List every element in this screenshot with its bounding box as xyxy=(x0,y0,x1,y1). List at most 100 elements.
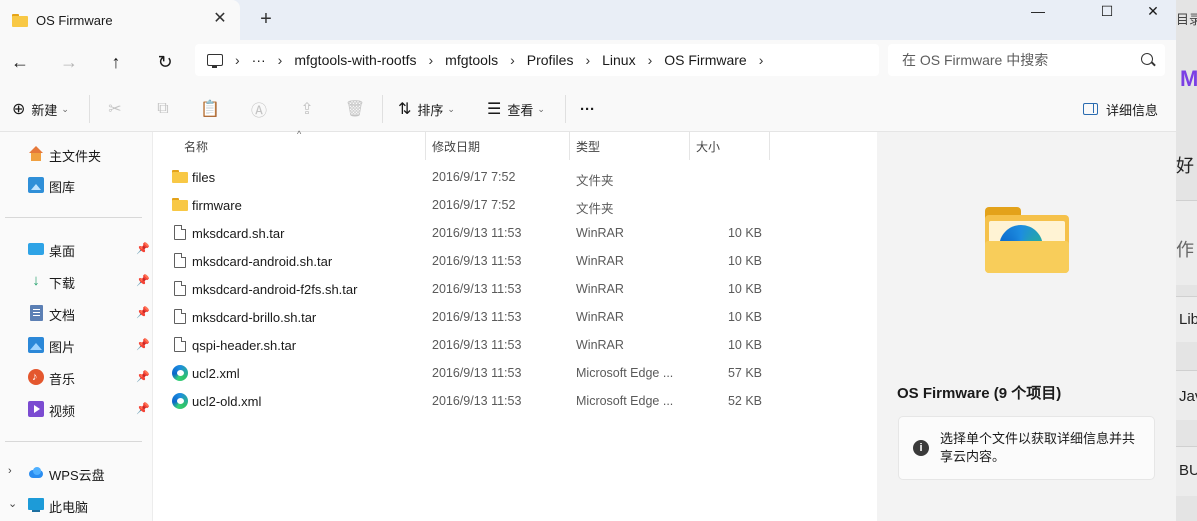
new-button[interactable]: ⊕ 新建 ⌄ xyxy=(12,97,69,121)
breadcrumb-separator[interactable]: › xyxy=(278,52,283,68)
sidebar-item-gallery[interactable]: 图库 xyxy=(0,171,150,199)
cut-icon[interactable]: ✂ xyxy=(104,98,126,120)
column-header-name[interactable]: 名称 xyxy=(184,132,424,160)
search-input[interactable]: 在 OS Firmware 中搜索 xyxy=(888,44,1165,76)
back-button[interactable]: ← xyxy=(8,50,32,74)
logo-icon: M xyxy=(1180,66,1197,91)
file-date: 2016/9/13 11:53 xyxy=(432,366,522,380)
file-date: 2016/9/13 11:53 xyxy=(432,226,522,240)
column-header-type[interactable]: 类型 xyxy=(576,132,686,160)
details-title: OS Firmware (9 个项目) xyxy=(897,385,1062,402)
column-divider[interactable] xyxy=(569,132,570,160)
sidebar-item-home[interactable]: 主文件夹 xyxy=(0,140,150,168)
breadcrumb-item[interactable]: Linux xyxy=(602,52,635,68)
breadcrumb-separator[interactable]: › xyxy=(759,52,764,68)
cloud-icon xyxy=(28,465,44,481)
rename-icon[interactable]: Ⓐ xyxy=(248,98,270,120)
breadcrumb-separator[interactable]: › xyxy=(585,52,590,68)
sidebar-item-videos[interactable]: 视频 📌 xyxy=(0,395,150,423)
info-card: i 选择单个文件以获取详细信息并共享云内容。 xyxy=(898,416,1155,480)
preview-area xyxy=(877,132,1176,352)
file-row[interactable]: mksdcard-android.sh.tar 2016/9/13 11:53 … xyxy=(153,247,877,275)
file-type: 文件夹 xyxy=(576,174,614,188)
share-icon[interactable]: ⇪ xyxy=(296,98,318,120)
navigation-pane: 主文件夹 图库 桌面 📌 ↓ 下载 📌 文档 📌 图片 📌 音乐 📌 视频 📌 … xyxy=(0,132,153,521)
refresh-button[interactable]: ↻ xyxy=(153,50,177,74)
file-list: ^ 名称 修改日期 类型 大小 files 2016/9/17 7:52 文件夹… xyxy=(153,129,877,521)
details-pane-button[interactable]: 详细信息 xyxy=(1083,97,1158,121)
sidebar-item-music[interactable]: 音乐 📌 xyxy=(0,363,150,391)
background-text: Jav xyxy=(1179,388,1197,405)
sidebar-item-downloads[interactable]: ↓ 下载 📌 xyxy=(0,267,150,295)
file-date: 2016/9/13 11:53 xyxy=(432,310,522,324)
breadcrumb-item[interactable]: mfgtools-with-rootfs xyxy=(294,52,416,68)
close-window-button[interactable]: ✕ xyxy=(1130,0,1176,22)
view-button[interactable]: ☰ 查看 ⌄ xyxy=(487,97,545,121)
breadcrumb-separator[interactable]: › xyxy=(429,52,434,68)
more-options-button[interactable]: ··· xyxy=(580,97,595,121)
sidebar-item-this-pc[interactable]: ⌄ 此电脑 xyxy=(0,491,150,519)
background-text: BU xyxy=(1179,462,1197,479)
column-header-date[interactable]: 修改日期 xyxy=(432,132,567,160)
info-icon: i xyxy=(913,440,929,456)
file-row[interactable]: files 2016/9/17 7:52 文件夹 xyxy=(153,163,877,191)
download-icon: ↓ xyxy=(32,272,40,289)
column-divider[interactable] xyxy=(425,132,426,160)
computer-icon[interactable] xyxy=(207,54,223,68)
sidebar-item-wps-cloud[interactable]: › WPS云盘 xyxy=(0,459,150,487)
breadcrumb[interactable]: › ··· › mfgtools-with-rootfs › mfgtools … xyxy=(195,44,879,76)
close-tab-button[interactable]: ✕ xyxy=(212,11,228,27)
sidebar-item-pictures[interactable]: 图片 📌 xyxy=(0,331,150,359)
sidebar-item-documents[interactable]: 文档 📌 xyxy=(0,299,150,327)
column-divider[interactable] xyxy=(769,132,770,160)
delete-icon[interactable]: 🗑 xyxy=(344,98,366,120)
breadcrumb-more[interactable]: ··· xyxy=(252,52,266,68)
file-row[interactable]: mksdcard-android-f2fs.sh.tar 2016/9/13 1… xyxy=(153,275,877,303)
file-row[interactable]: mksdcard-brillo.sh.tar 2016/9/13 11:53 W… xyxy=(153,303,877,331)
tab-os-firmware[interactable]: OS Firmware ✕ xyxy=(0,0,240,40)
file-name: mksdcard.sh.tar xyxy=(192,226,285,241)
breadcrumb-item[interactable]: mfgtools xyxy=(445,52,498,68)
file-icon xyxy=(174,281,186,296)
background-text: 作 xyxy=(1176,240,1194,260)
file-row[interactable]: qspi-header.sh.tar 2016/9/13 11:53 WinRA… xyxy=(153,331,877,359)
sidebar-item-label: 主文件夹 xyxy=(49,149,102,164)
up-button[interactable]: ↑ xyxy=(104,50,128,74)
divider xyxy=(382,95,383,123)
forward-button[interactable]: → xyxy=(57,50,81,74)
file-name: mksdcard-brillo.sh.tar xyxy=(192,310,317,325)
paste-icon[interactable]: 📋 xyxy=(199,98,221,120)
chevron-down-icon[interactable]: ⌄ xyxy=(8,497,17,510)
file-icon xyxy=(174,225,186,240)
breadcrumb-separator[interactable]: › xyxy=(510,52,515,68)
sort-button[interactable]: ⇅ 排序 ⌄ xyxy=(398,97,455,121)
breadcrumb-item-current[interactable]: OS Firmware xyxy=(664,52,746,68)
file-name: mksdcard-android.sh.tar xyxy=(192,254,333,269)
file-row[interactable]: firmware 2016/9/17 7:52 文件夹 xyxy=(153,191,877,219)
file-row[interactable]: ucl2.xml 2016/9/13 11:53 Microsoft Edge … xyxy=(153,359,877,387)
details-pane: OS Firmware (9 个项目) i 选择单个文件以获取详细信息并共享云内… xyxy=(877,132,1176,521)
sidebar-item-label: 文档 xyxy=(49,308,76,323)
search-placeholder: 在 OS Firmware 中搜索 xyxy=(902,52,1049,68)
copy-icon[interactable]: ⧉ xyxy=(152,98,174,120)
breadcrumb-separator[interactable]: › xyxy=(648,52,653,68)
breadcrumb-separator[interactable]: › xyxy=(235,52,240,68)
maximize-button[interactable]: ☐ xyxy=(1084,0,1130,22)
column-header-size[interactable]: 大小 xyxy=(696,132,766,160)
chevron-right-icon[interactable]: › xyxy=(8,465,12,477)
view-icon: ☰ xyxy=(487,101,502,118)
file-row[interactable]: mksdcard.sh.tar 2016/9/13 11:53 WinRAR 1… xyxy=(153,219,877,247)
new-tab-button[interactable]: + xyxy=(256,9,276,29)
divider xyxy=(89,95,90,123)
search-icon[interactable] xyxy=(1141,53,1153,65)
column-divider[interactable] xyxy=(689,132,690,160)
file-type: Microsoft Edge ... xyxy=(576,394,674,408)
breadcrumb-item[interactable]: Profiles xyxy=(527,52,574,68)
minimize-button[interactable]: — xyxy=(1015,0,1061,22)
sidebar-item-desktop[interactable]: 桌面 📌 xyxy=(0,235,150,263)
file-date: 2016/9/17 7:52 xyxy=(432,198,516,212)
file-row[interactable]: ucl2-old.xml 2016/9/13 11:53 Microsoft E… xyxy=(153,387,877,415)
sidebar-item-label: 此电脑 xyxy=(49,500,89,515)
file-icon xyxy=(174,309,186,324)
file-size: 52 KB xyxy=(727,394,762,408)
